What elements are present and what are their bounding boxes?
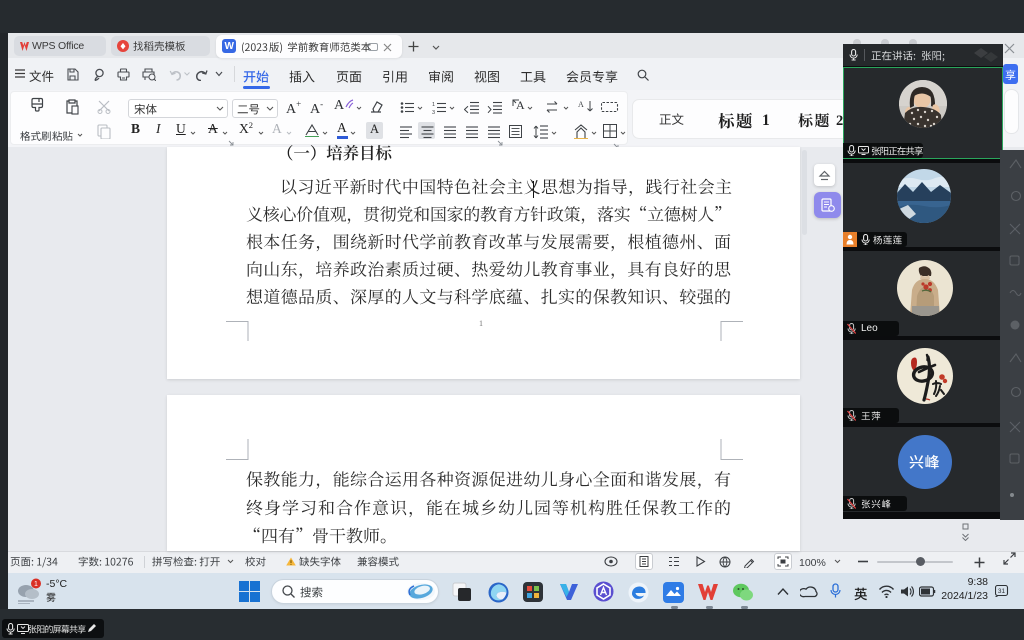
svg-text:31: 31	[998, 588, 1006, 595]
svg-text:A: A	[578, 100, 584, 109]
svg-text:1: 1	[34, 581, 38, 588]
svg-text:1: 1	[432, 102, 435, 108]
svg-text:3: 3	[432, 110, 435, 114]
